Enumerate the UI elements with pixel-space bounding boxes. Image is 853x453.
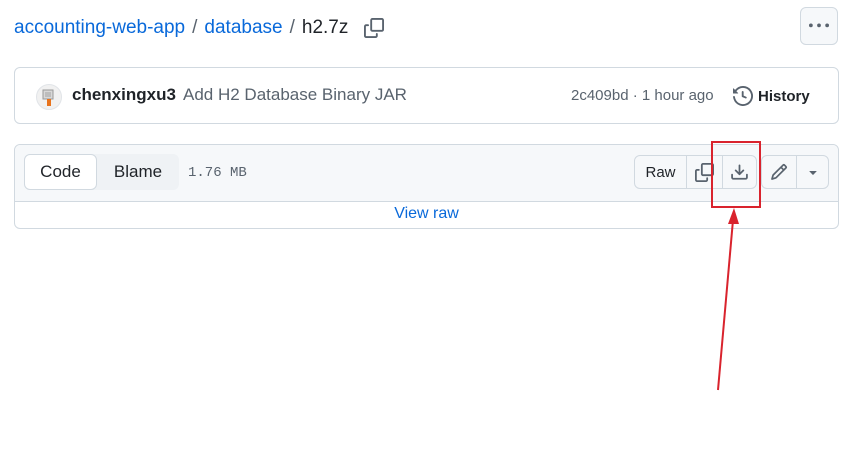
breadcrumb-separator: / bbox=[289, 17, 295, 38]
pencil-icon bbox=[771, 164, 787, 180]
latest-commit-box: chenxingxu3 Add H2 Database Binary JAR 2… bbox=[14, 67, 839, 124]
copy-icon bbox=[364, 18, 385, 38]
history-label: History bbox=[758, 87, 810, 105]
breadcrumb-separator: / bbox=[192, 17, 198, 38]
edit-file-button[interactable] bbox=[762, 156, 797, 188]
raw-button[interactable]: Raw bbox=[635, 156, 687, 188]
kebab-horizontal-icon bbox=[809, 23, 829, 28]
file-size: 1.76 MB bbox=[188, 165, 247, 181]
commit-sha-time[interactable]: 2c409bd · 1 hour ago bbox=[571, 87, 714, 104]
more-options-button[interactable] bbox=[800, 7, 838, 45]
commit-author[interactable]: chenxingxu3 bbox=[72, 85, 176, 105]
avatar[interactable] bbox=[36, 84, 62, 110]
breadcrumb-current-file: h2.7z bbox=[301, 17, 349, 38]
tab-blame[interactable]: Blame bbox=[97, 154, 179, 190]
view-mode-toggle: Code Blame bbox=[24, 154, 179, 190]
history-icon bbox=[733, 86, 753, 106]
triangle-down-icon bbox=[808, 171, 817, 175]
more-edit-options-button[interactable] bbox=[797, 156, 828, 188]
history-button[interactable]: History bbox=[733, 83, 810, 109]
copy-path-button[interactable] bbox=[362, 16, 386, 40]
commit-message[interactable]: Add H2 Database Binary JAR bbox=[183, 85, 407, 105]
tab-code[interactable]: Code bbox=[24, 154, 97, 190]
edit-actions-group bbox=[761, 155, 829, 189]
avatar-image bbox=[42, 89, 54, 106]
breadcrumb: accounting-web-app / database / h2.7z bbox=[14, 14, 386, 42]
breadcrumb-repo-link[interactable]: accounting-web-app bbox=[14, 17, 185, 39]
breadcrumb-folder-link[interactable]: database bbox=[204, 17, 282, 39]
annotation-highlight-box bbox=[711, 141, 761, 208]
